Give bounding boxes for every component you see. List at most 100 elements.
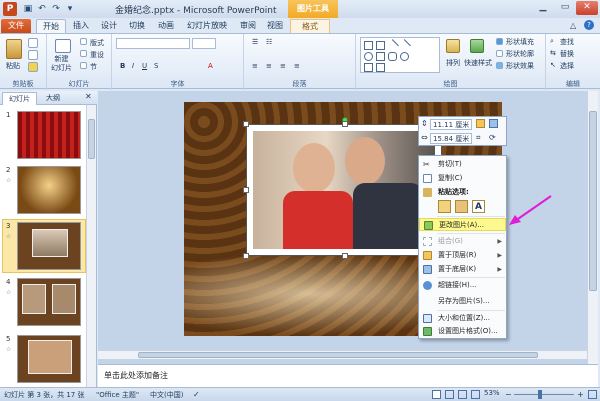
shape-icon[interactable] [376,63,385,72]
tab-slides-pane[interactable]: 幻灯片 [2,92,37,105]
notes-pane[interactable]: 单击此处添加备注 [98,364,598,387]
tab-view[interactable]: 视图 [264,19,286,33]
zoom-slider-thumb[interactable] [538,390,542,399]
zoom-level[interactable]: 53% [484,389,500,397]
shapes-gallery[interactable] [360,37,440,73]
paste-picture-icon[interactable] [455,200,468,213]
oval-shape-icon[interactable] [364,52,373,61]
scrollbar-thumb[interactable] [88,119,95,159]
width-input[interactable]: 15.84 厘米 [430,133,472,144]
normal-view-icon[interactable] [432,390,441,399]
height-input[interactable]: 11.11 厘米 [430,119,472,130]
couple-photo[interactable] [253,131,435,249]
copy-icon[interactable] [28,50,38,60]
format-painter-icon[interactable] [28,62,38,72]
tab-design[interactable]: 设计 [98,19,120,33]
crop-icon[interactable]: ⌗ [476,133,481,143]
resize-handle[interactable] [342,121,348,127]
send-backward-icon[interactable] [489,119,498,128]
spellcheck-icon[interactable]: ✓ [193,390,200,399]
slide-thumbnail-3[interactable] [17,222,81,270]
menu-item-cut[interactable]: ✂ 剪切(T) [419,158,506,171]
menu-item-change-picture[interactable]: 更改图片(A)... [419,218,506,231]
slideshow-icon[interactable] [471,390,480,399]
bullets-icon[interactable]: ☰ [252,38,258,46]
photo-frame[interactable] [246,124,442,256]
customize-toolbar-icon[interactable]: ▾ [64,3,76,15]
undo-icon[interactable]: ↶ [36,3,48,15]
shadow-icon[interactable]: S [154,62,158,70]
arrange-label[interactable]: 排列 [446,58,460,68]
resize-handle[interactable] [243,121,249,127]
paste-icon[interactable] [6,39,22,59]
tab-format[interactable]: 格式 [290,19,330,33]
resize-handle[interactable] [342,253,348,259]
slide-thumbnail-5[interactable] [17,335,81,383]
shape-effects-label[interactable]: 形状效果 [506,61,534,71]
quick-styles-icon[interactable] [470,39,484,53]
slide-thumbnail-4[interactable] [17,278,81,326]
rotate-icon[interactable]: ⟳ [489,133,496,142]
reset-label[interactable]: 重设 [90,50,104,60]
arrow-shape-icon[interactable] [398,39,411,52]
new-slide-icon[interactable] [55,39,71,53]
tab-insert[interactable]: 插入 [70,19,92,33]
align-right-icon[interactable]: ≡ [280,62,286,70]
shape-icon[interactable] [364,63,373,72]
replace-icon[interactable]: ⇆ [550,49,556,57]
menu-item-hyperlink[interactable]: 超链接(H)... [419,279,506,292]
resize-handle[interactable] [243,187,249,193]
zoom-slider[interactable] [514,394,574,395]
layout-label[interactable]: 版式 [90,38,104,48]
underline-icon[interactable]: U [142,62,147,70]
tab-outline-pane[interactable]: 大纲 [40,92,66,105]
section-label[interactable]: 节 [90,62,97,72]
minimize-button[interactable]: ▁ [532,1,554,15]
cut-icon[interactable] [28,38,38,48]
tab-home[interactable]: 开始 [36,19,66,33]
tab-transitions[interactable]: 切换 [126,19,148,33]
select-icon[interactable]: ↖ [550,61,556,69]
shape-fill-label[interactable]: 形状填充 [506,37,534,47]
help-icon[interactable]: ? [584,20,594,30]
reset-icon[interactable] [80,50,87,57]
arrange-icon[interactable] [446,39,460,53]
section-icon[interactable] [80,62,87,69]
shape-outline-icon[interactable] [496,50,503,57]
tab-review[interactable]: 审阅 [237,19,259,33]
font-name-combo[interactable] [116,38,190,49]
paste-text-only-icon[interactable]: A [472,200,485,213]
tab-animations[interactable]: 动画 [155,19,177,33]
line-shape-icon[interactable] [386,39,399,52]
paste-keep-formatting-icon[interactable] [438,200,451,213]
reading-view-icon[interactable] [458,390,467,399]
shape-fill-icon[interactable] [496,38,503,45]
maximize-button[interactable]: ▭ [554,1,576,15]
align-left-icon[interactable]: ≡ [252,62,258,70]
rounded-rectangle-shape-icon[interactable] [388,52,397,61]
close-button[interactable]: ✕ [576,1,598,15]
menu-item-size-position[interactable]: 大小和位置(Z)... [419,312,506,325]
align-center-icon[interactable]: ≡ [266,62,272,70]
menu-item-copy[interactable]: 复制(C) [419,172,506,185]
circle-shape-icon[interactable] [400,52,409,61]
zoom-out-icon[interactable]: − [505,390,512,399]
bring-forward-icon[interactable] [476,119,485,128]
slide-thumbnail-2[interactable] [17,166,81,214]
numbering-icon[interactable]: ☷ [266,38,272,46]
layout-icon[interactable] [80,38,87,45]
font-color-icon[interactable]: A [208,62,213,70]
shape-effects-icon[interactable] [496,62,503,69]
replace-label[interactable]: 替换 [560,49,574,59]
zoom-in-icon[interactable]: + [577,390,584,399]
redo-icon[interactable]: ↷ [50,3,62,15]
select-label[interactable]: 选择 [560,61,574,71]
slide-thumbnail-1[interactable] [17,111,81,159]
menu-item-save-as-picture[interactable]: 另存为图片(S)... [419,295,506,308]
resize-handle[interactable] [243,253,249,259]
bold-icon[interactable]: B [120,62,125,70]
slides-pane-scrollbar[interactable] [86,105,96,387]
scrollbar-thumb[interactable] [589,111,597,291]
font-size-combo[interactable] [192,38,216,49]
menu-item-send-to-back[interactable]: 置于底层(K) ▶ [419,263,506,276]
